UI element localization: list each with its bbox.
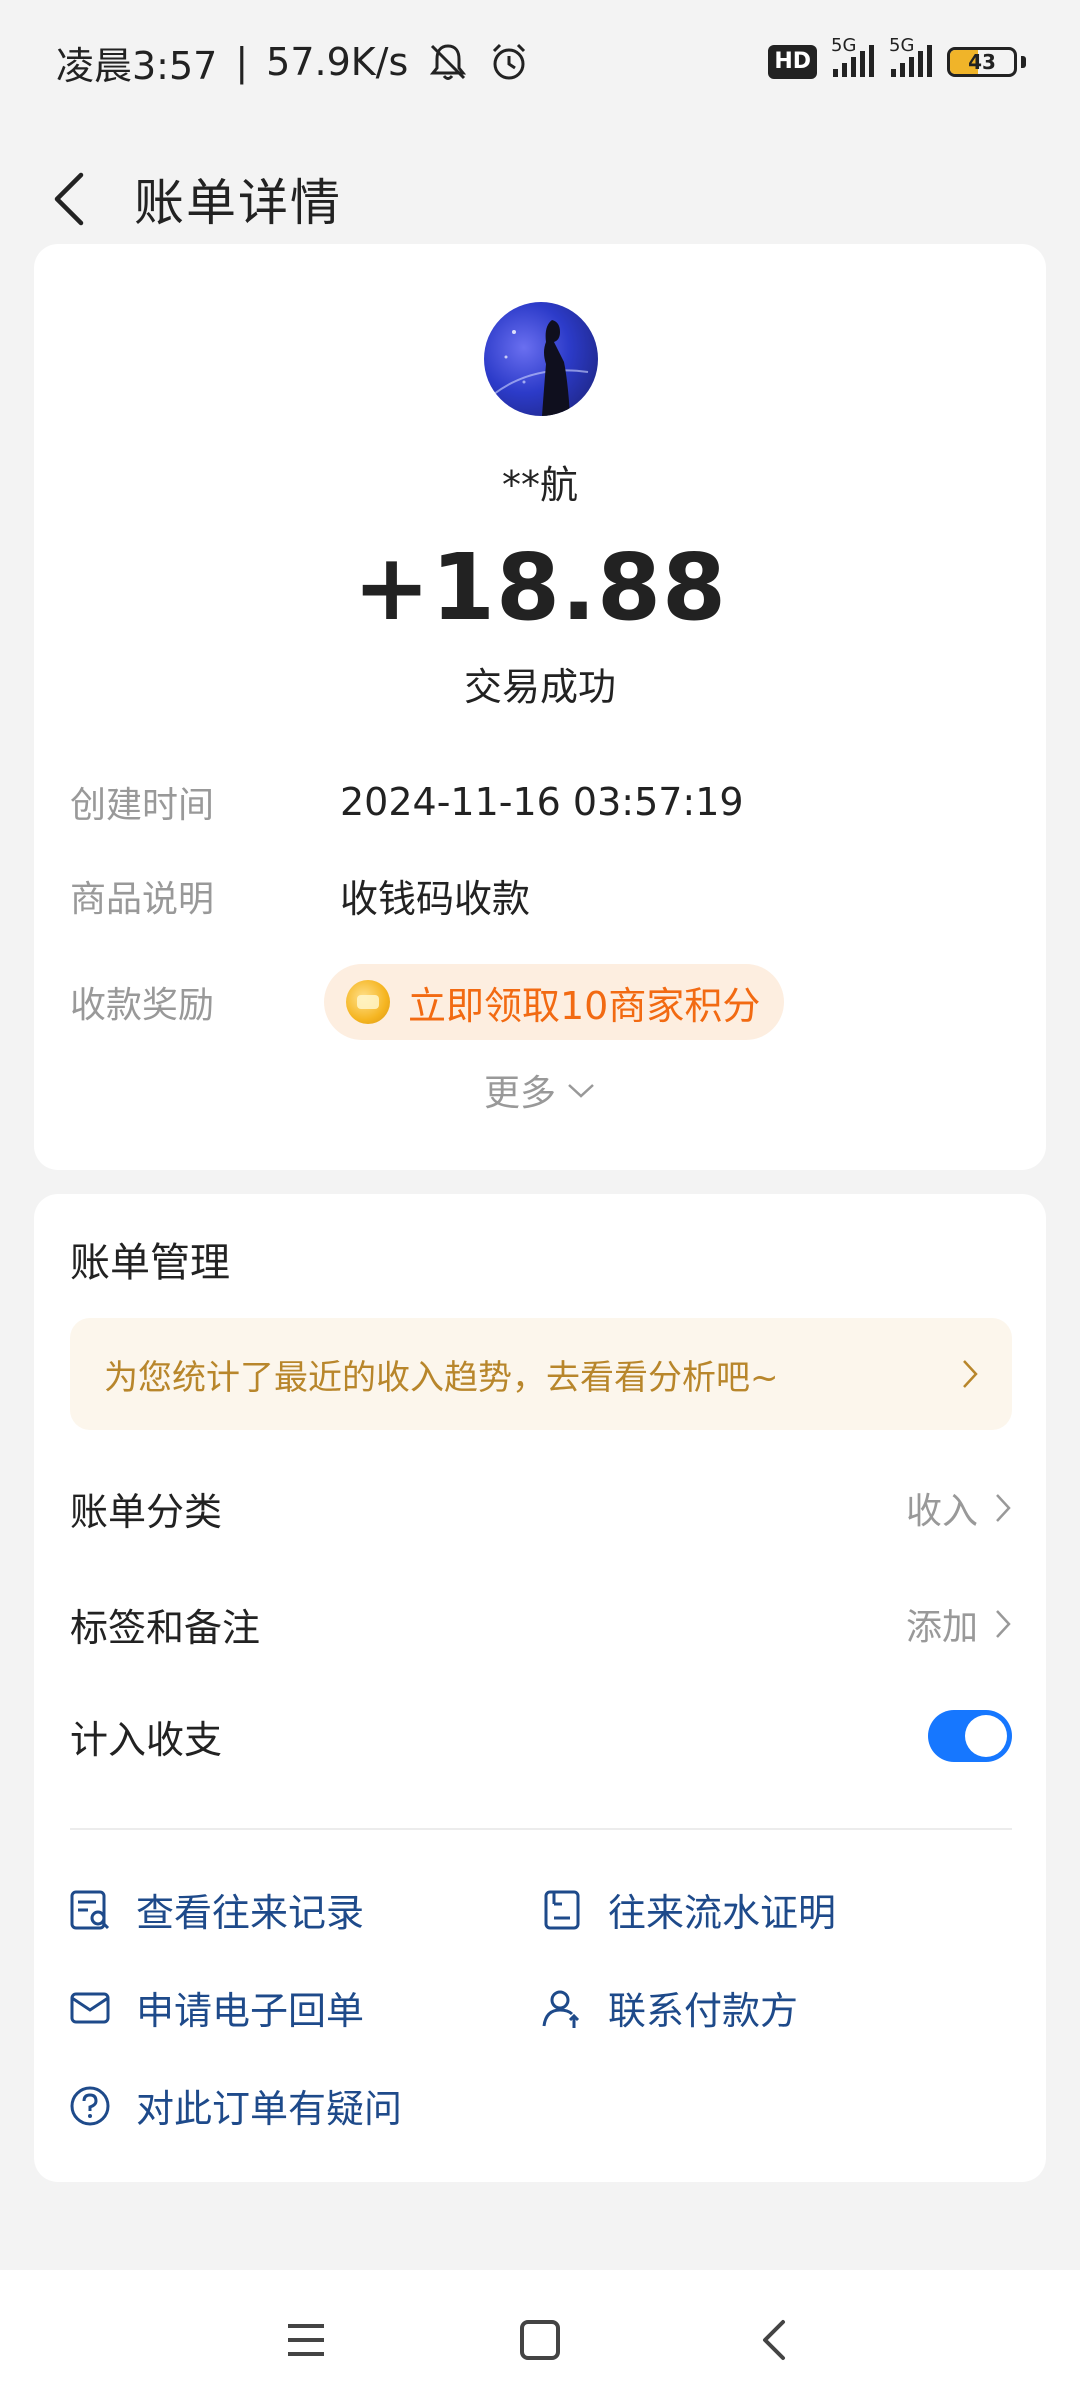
row-value: 添加 (905, 1607, 978, 1648)
question-icon (70, 2086, 110, 2125)
contact-person-icon (542, 1990, 580, 2028)
chevron-right-icon (996, 1610, 1011, 1638)
status-time: 凌晨3:57 (56, 43, 218, 88)
back-arrow-icon (54, 172, 84, 226)
link-label: 联系付款方 (608, 1989, 799, 2033)
order-question-link[interactable]: 对此订单有疑问 (68, 2078, 402, 2133)
home-button[interactable] (510, 2310, 570, 2370)
signal-1-icon: 5G (831, 35, 875, 79)
status-bar-left: 凌晨3:57 | 57.9K/s (56, 35, 530, 90)
page-title: 账单详情 (134, 174, 342, 232)
menu-icon (288, 2324, 324, 2356)
transaction-card: **航 +18.88 交易成功 创建时间 2024-11-16 03:57:19… (34, 244, 1046, 1170)
network-speed: 57.9K/s (266, 40, 409, 84)
e-receipt-link[interactable]: 申请电子回单 (68, 1980, 364, 2035)
transaction-status: 交易成功 (463, 665, 616, 709)
more-button[interactable]: 更多 (34, 1064, 1046, 1116)
battery-tip (1021, 56, 1026, 68)
link-label: 申请电子回单 (136, 1989, 365, 2033)
info-value: 收钱码收款 (340, 877, 531, 921)
banner-text: 为您统计了最近的收入趋势，去看看分析吧~ (104, 1357, 779, 1398)
view-records-link[interactable]: 查看往来记录 (68, 1882, 364, 1937)
chevron-down-icon (568, 1084, 594, 1098)
info-label: 创建时间 (70, 785, 215, 826)
include-in-stats-row: 计入收支 (70, 1706, 1012, 1766)
back-button[interactable] (34, 164, 104, 234)
status-separator: | (235, 40, 249, 84)
document-proof-icon (544, 1890, 580, 1929)
section-title: 账单管理 (70, 1240, 230, 1286)
link-label: 查看往来记录 (136, 1891, 365, 1935)
link-label: 往来流水证明 (608, 1891, 837, 1935)
payer-name: **航 (501, 463, 578, 507)
bill-category-row[interactable]: 账单分类 收入 (70, 1478, 1012, 1538)
chevron-right-icon (996, 1494, 1011, 1522)
bill-management-card: 账单管理 为您统计了最近的收入趋势，去看看分析吧~ 账单分类 收入 标签和备注 … (34, 1194, 1046, 2182)
mute-bell-icon (426, 40, 470, 84)
toggle-knob (965, 1715, 1007, 1757)
menu-button[interactable] (276, 2310, 336, 2370)
signal-2-icon: 5G (889, 35, 933, 79)
transaction-amount: +18.88 (352, 534, 728, 641)
contact-payer-link[interactable]: 联系付款方 (540, 1980, 798, 2035)
mail-icon (70, 1992, 110, 2023)
row-label: 账单分类 (70, 1489, 223, 1534)
alarm-clock-icon (488, 41, 530, 83)
battery-icon: 43 (947, 47, 1017, 77)
nav-back-button[interactable] (744, 2310, 804, 2370)
record-search-icon (70, 1890, 110, 1929)
claim-points-button[interactable]: 立即领取10商家积分 (324, 964, 785, 1040)
chevron-right-icon (963, 1360, 978, 1388)
info-value: 2024-11-16 03:57:19 (340, 780, 744, 824)
status-bar-right: HD 5G 5G 43 (768, 35, 1026, 79)
row-right: 添加 (906, 1598, 1012, 1650)
status-bar: 凌晨3:57 | 57.9K/s HD 5G 5G 43 (0, 0, 1080, 124)
info-row-created-time: 创建时间 2024-11-16 03:57:19 (70, 776, 744, 828)
home-square-icon (520, 2320, 560, 2360)
info-label: 收款奖励 (70, 985, 215, 1026)
row-value: 收入 (905, 1491, 978, 1532)
hd-voice-badge: HD (768, 45, 817, 79)
income-trend-banner[interactable]: 为您统计了最近的收入趋势，去看看分析吧~ (70, 1318, 1012, 1430)
avatar (484, 302, 598, 416)
avatar-figure-icon (493, 320, 589, 416)
info-row-reward: 收款奖励 立即领取10商家积分 (70, 964, 785, 1040)
coin-icon (346, 980, 390, 1024)
link-label: 对此订单有疑问 (136, 2087, 403, 2131)
system-nav-bar (0, 2270, 1080, 2400)
row-label: 计入收支 (70, 1717, 223, 1762)
info-label: 商品说明 (70, 878, 215, 920)
include-in-stats-toggle[interactable] (928, 1710, 1012, 1762)
network-type-2: 5G (889, 35, 915, 56)
more-label: 更多 (483, 1073, 556, 1114)
reward-text: 立即领取10商家积分 (408, 983, 761, 1028)
row-label: 标签和备注 (70, 1605, 261, 1650)
network-type-1: 5G (831, 35, 857, 56)
info-row-product-desc: 商品说明 收钱码收款 (70, 868, 530, 923)
battery-level: 43 (968, 50, 996, 74)
transaction-proof-link[interactable]: 往来流水证明 (540, 1882, 836, 1937)
divider (70, 1828, 1012, 1830)
row-right: 收入 (906, 1482, 1012, 1534)
back-triangle-icon (763, 2320, 785, 2360)
tags-notes-row[interactable]: 标签和备注 添加 (70, 1594, 1012, 1654)
